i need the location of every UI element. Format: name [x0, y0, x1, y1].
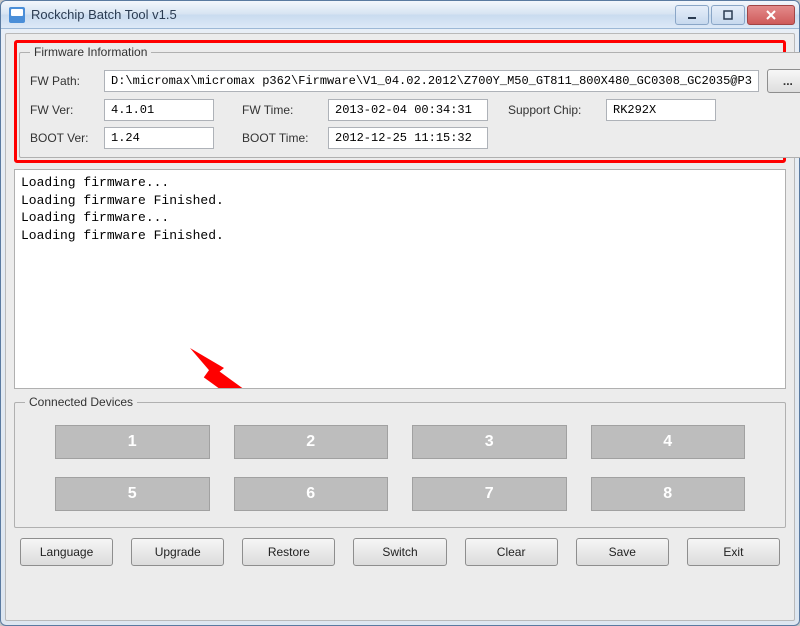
device-slot-7[interactable]: 7	[412, 477, 567, 511]
titlebar[interactable]: Rockchip Batch Tool v1.5	[1, 1, 799, 29]
support-chip-field[interactable]: RK292X	[606, 99, 716, 121]
fw-time-label: FW Time:	[242, 103, 320, 117]
close-button[interactable]	[747, 5, 795, 25]
device-slot-8[interactable]: 8	[591, 477, 746, 511]
bottom-button-bar: Language Upgrade Restore Switch Clear Sa…	[14, 534, 786, 568]
devices-group: Connected Devices 1 2 3 4 5 6 7 8	[14, 395, 786, 528]
boot-ver-field[interactable]: 1.24	[104, 127, 214, 149]
devices-grid: 1 2 3 4 5 6 7 8	[25, 419, 775, 521]
firmware-legend: Firmware Information	[30, 45, 151, 59]
maximize-button[interactable]	[711, 5, 745, 25]
clear-button[interactable]: Clear	[465, 538, 558, 566]
firmware-group: Firmware Information FW Path: D:\microma…	[19, 45, 800, 158]
fw-ver-label: FW Ver:	[30, 103, 96, 117]
fw-time-field[interactable]: 2013-02-04 00:34:31	[328, 99, 488, 121]
devices-legend: Connected Devices	[25, 395, 137, 409]
window-title: Rockchip Batch Tool v1.5	[31, 7, 675, 22]
fw-ver-row: FW Ver: 4.1.01 FW Time: 2013-02-04 00:34…	[30, 99, 800, 121]
exit-button[interactable]: Exit	[687, 538, 780, 566]
log-output[interactable]: Loading firmware... Loading firmware Fin…	[14, 169, 786, 389]
app-icon	[9, 7, 25, 23]
device-slot-6[interactable]: 6	[234, 477, 389, 511]
device-slot-2[interactable]: 2	[234, 425, 389, 459]
device-slot-5[interactable]: 5	[55, 477, 210, 511]
log-text: Loading firmware... Loading firmware Fin…	[21, 175, 224, 243]
browse-button[interactable]: ...	[767, 69, 800, 93]
restore-button[interactable]: Restore	[242, 538, 335, 566]
fw-path-row: FW Path: D:\micromax\micromax p362\Firmw…	[30, 69, 800, 93]
device-slot-4[interactable]: 4	[591, 425, 746, 459]
switch-button[interactable]: Switch	[353, 538, 446, 566]
support-chip-label: Support Chip:	[508, 103, 598, 117]
firmware-highlight-box: Firmware Information FW Path: D:\microma…	[14, 40, 786, 163]
annotation-arrow-icon	[190, 348, 310, 389]
fw-ver-field[interactable]: 4.1.01	[104, 99, 214, 121]
device-slot-3[interactable]: 3	[412, 425, 567, 459]
minimize-button[interactable]	[675, 5, 709, 25]
fw-path-label: FW Path:	[30, 74, 96, 88]
save-button[interactable]: Save	[576, 538, 669, 566]
boot-time-field[interactable]: 2012-12-25 11:15:32	[328, 127, 488, 149]
boot-ver-row: BOOT Ver: 1.24 BOOT Time: 2012-12-25 11:…	[30, 127, 800, 149]
window-controls	[675, 5, 795, 25]
language-button[interactable]: Language	[20, 538, 113, 566]
boot-time-label: BOOT Time:	[242, 131, 320, 145]
client-area: Firmware Information FW Path: D:\microma…	[5, 33, 795, 621]
boot-ver-label: BOOT Ver:	[30, 131, 96, 145]
app-window: Rockchip Batch Tool v1.5 Firmware Inform…	[0, 0, 800, 626]
upgrade-button[interactable]: Upgrade	[131, 538, 224, 566]
device-slot-1[interactable]: 1	[55, 425, 210, 459]
fw-path-field[interactable]: D:\micromax\micromax p362\Firmware\V1_04…	[104, 70, 759, 92]
